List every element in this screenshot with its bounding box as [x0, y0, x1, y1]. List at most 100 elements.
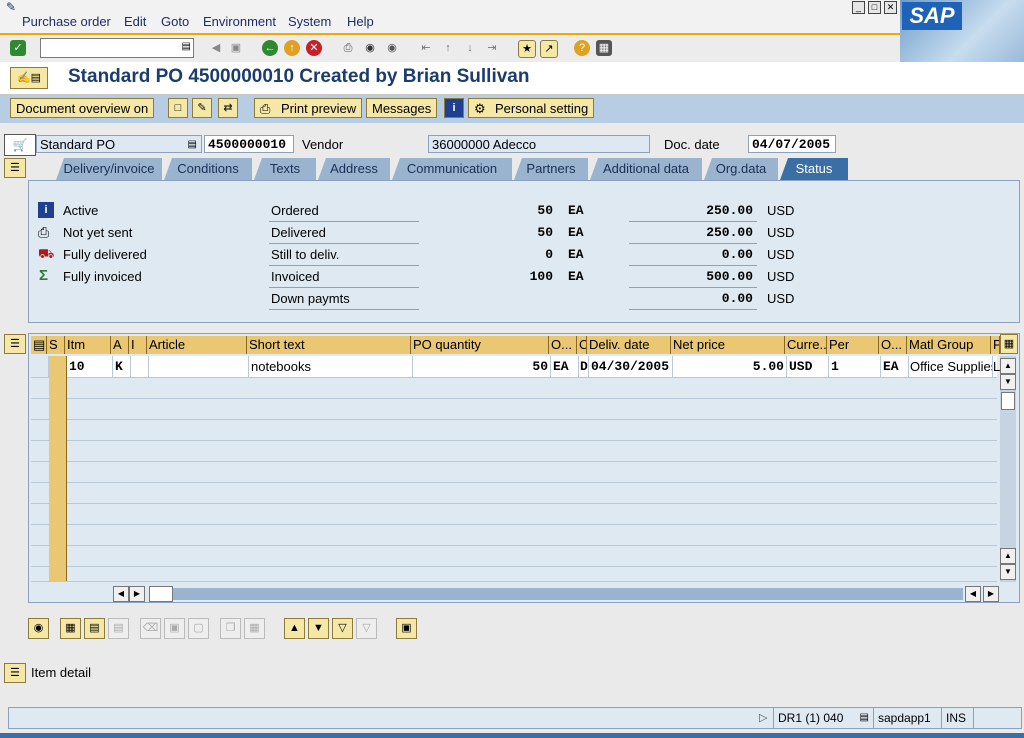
col-header-p[interactable]: P: [991, 336, 1000, 354]
table-row[interactable]: [31, 503, 997, 525]
close-window-button[interactable]: ✕: [884, 1, 897, 14]
scroll-right-icon[interactable]: ▶: [129, 586, 145, 602]
table-row[interactable]: [31, 566, 997, 582]
tab-partners[interactable]: Partners: [514, 158, 588, 180]
doc-date-field[interactable]: 04/07/2005: [748, 135, 836, 153]
po-number-field[interactable]: 4500000010: [204, 135, 294, 153]
scroll-far-right-icon[interactable]: ▶: [983, 586, 999, 602]
personal-setting-button[interactable]: ⚙ Personal setting: [468, 98, 595, 118]
col-header-i[interactable]: I: [129, 336, 147, 354]
scroll-down-icon[interactable]: ▼: [1000, 374, 1016, 390]
row-select[interactable]: [49, 356, 67, 377]
item-details-icon[interactable]: ◉: [28, 618, 49, 639]
cell-net-price[interactable]: 5.00: [673, 356, 787, 377]
row-select[interactable]: [49, 398, 67, 419]
table-row[interactable]: [31, 482, 997, 504]
shortcut-icon[interactable]: ↗: [540, 40, 558, 58]
new-session-icon[interactable]: ★: [518, 40, 536, 58]
scroll-thumb[interactable]: [1001, 392, 1015, 410]
find-icon[interactable]: ◉: [362, 40, 378, 56]
col-header-a[interactable]: A: [111, 336, 129, 354]
row-select[interactable]: [49, 461, 67, 482]
cancel-icon[interactable]: ✕: [306, 40, 322, 56]
col-header-short-text[interactable]: Short text: [247, 336, 411, 354]
row-select[interactable]: [49, 419, 67, 440]
col-header-order-price-unit[interactable]: O...: [879, 336, 907, 354]
info-button-icon[interactable]: i: [444, 98, 464, 118]
filter-set-icon[interactable]: ▽: [332, 618, 353, 639]
tab-delivery-invoice[interactable]: Delivery/invoice: [56, 158, 162, 180]
menu-help[interactable]: Help: [347, 14, 374, 29]
cell-a[interactable]: K: [113, 356, 131, 377]
table-row[interactable]: [31, 440, 997, 462]
cell-po-quantity[interactable]: 50: [413, 356, 551, 377]
vendor-field[interactable]: 36000000 Adecco: [428, 135, 650, 153]
find-next-icon[interactable]: ◉: [384, 40, 400, 56]
change-icon[interactable]: ✎: [192, 98, 212, 118]
select-all-icon[interactable]: ▤: [31, 336, 47, 354]
last-page-icon[interactable]: ⇥: [484, 40, 500, 56]
cell-deliv-date[interactable]: 04/30/2005: [589, 356, 673, 377]
tab-texts[interactable]: Texts: [254, 158, 316, 180]
exit-icon[interactable]: ↑: [284, 40, 300, 56]
cell-order-price-unit[interactable]: EA: [881, 356, 909, 377]
cell-c[interactable]: D: [579, 356, 589, 377]
menu-edit[interactable]: Edit: [124, 14, 146, 29]
hscroll-thumb[interactable]: [149, 586, 173, 602]
hscroll-track[interactable]: [173, 588, 963, 600]
menu-system[interactable]: System: [288, 14, 331, 29]
collapse-header-icon[interactable]: ☰: [4, 158, 26, 178]
table-row[interactable]: 10 K notebooks 50 EA D 04/30/2005 5.00 U…: [31, 356, 1002, 378]
col-header-s[interactable]: S: [47, 336, 65, 354]
row-select[interactable]: [49, 524, 67, 545]
expand-item-detail-icon[interactable]: ☰: [4, 663, 26, 683]
minimize-button[interactable]: _: [852, 1, 865, 14]
col-header-c[interactable]: C: [577, 336, 587, 354]
table-row[interactable]: [31, 524, 997, 546]
menu-goto[interactable]: Goto: [161, 14, 189, 29]
menu-icon[interactable]: ✎: [6, 0, 16, 14]
command-field[interactable]: ▤: [40, 38, 194, 58]
scroll-left-icon[interactable]: ◀: [113, 586, 129, 602]
col-header-itm[interactable]: Itm: [65, 336, 111, 354]
cart-icon[interactable]: 🛒: [4, 134, 36, 156]
table-row[interactable]: [31, 545, 997, 567]
tab-org-data[interactable]: Org.data: [704, 158, 778, 180]
row-select[interactable]: [49, 545, 67, 566]
col-header-matl-group[interactable]: Matl Group: [907, 336, 991, 354]
expand-status-icon[interactable]: ▷: [759, 711, 767, 724]
display-change-icon[interactable]: ⇄: [218, 98, 238, 118]
table-row[interactable]: [31, 419, 997, 441]
system-info[interactable]: DR1 (1) 040 ▤: [773, 708, 873, 728]
col-header-per[interactable]: Per: [827, 336, 879, 354]
cell-per[interactable]: 1: [829, 356, 881, 377]
dropdown-icon[interactable]: ▤: [182, 41, 191, 52]
print-preview-button[interactable]: ⎙ Print preview: [254, 98, 363, 118]
tab-communication[interactable]: Communication: [392, 158, 512, 180]
first-page-icon[interactable]: ⇤: [418, 40, 434, 56]
doc-type-select[interactable]: Standard PO ▤: [36, 135, 202, 153]
menu-purchase-order[interactable]: Purchase order: [22, 14, 111, 29]
cell-matl-group[interactable]: Office Supplies: [909, 356, 993, 377]
vertical-scrollbar[interactable]: ▲ ▼ ▲ ▼: [1000, 356, 1016, 582]
row-select[interactable]: [49, 377, 67, 398]
services-icon[interactable]: ▣: [396, 618, 417, 639]
scroll-bottom-icon[interactable]: ▼: [1000, 564, 1016, 580]
row-select[interactable]: [49, 482, 67, 503]
deselect-all-icon[interactable]: ▤: [84, 618, 105, 639]
cell-i[interactable]: [131, 356, 149, 377]
help-icon[interactable]: ?: [574, 40, 590, 56]
scroll-page-up-icon[interactable]: ▲: [1000, 548, 1016, 564]
tab-status[interactable]: Status: [780, 158, 848, 180]
tab-additional-data[interactable]: Additional data: [590, 158, 702, 180]
back-icon[interactable]: ←: [262, 40, 278, 56]
row-select[interactable]: [49, 440, 67, 461]
col-header-net-price[interactable]: Net price: [671, 336, 785, 354]
item-detail-label[interactable]: Item detail: [31, 665, 91, 680]
other-document-icon[interactable]: ✍▤: [10, 67, 48, 89]
previous-page-icon[interactable]: ↑: [440, 40, 456, 56]
tab-address[interactable]: Address: [318, 158, 390, 180]
scroll-up-icon[interactable]: ▲: [1000, 358, 1016, 374]
select-all-rows-icon[interactable]: ▦: [60, 618, 81, 639]
print-icon[interactable]: ⎙: [340, 40, 356, 56]
